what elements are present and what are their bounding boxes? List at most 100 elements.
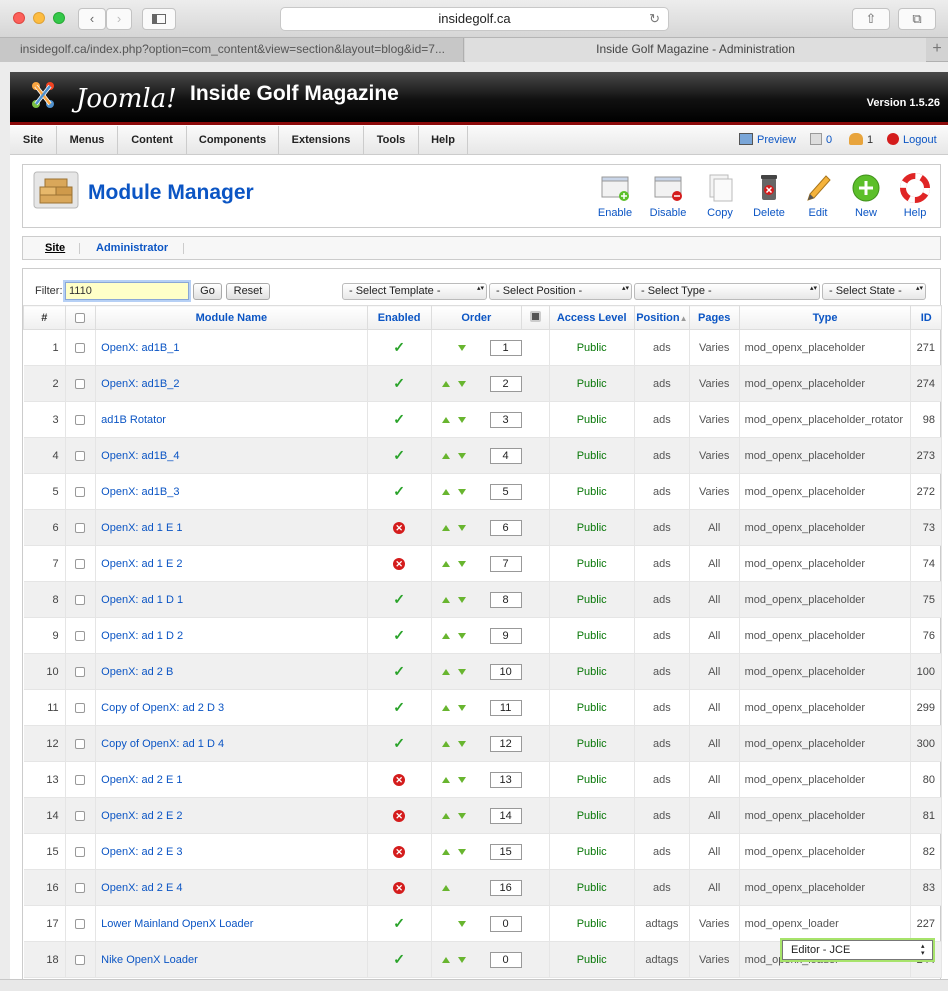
template-select[interactable]: - Select Template - [342,283,487,300]
row-checkbox[interactable] [75,918,86,929]
help-button[interactable]: Help [892,171,938,219]
module-name-link[interactable]: Copy of OpenX: ad 1 D 4 [95,725,368,762]
order-input[interactable]: 12 [489,735,522,752]
move-up-icon[interactable] [441,596,450,603]
move-down-icon[interactable] [457,776,466,783]
share-button[interactable]: ⇧ [852,8,890,30]
order-input[interactable]: 3 [489,411,522,428]
menu-content[interactable]: Content [118,126,187,155]
access-level[interactable]: Public [549,437,635,474]
zoom-window-button[interactable] [53,12,65,24]
row-checkbox[interactable] [75,522,86,533]
col-access[interactable]: Access Level [548,305,635,330]
disabled-x-icon[interactable]: ✕ [393,557,406,570]
enabled-check-icon[interactable]: ✓ [393,375,405,391]
sidebar-toggle-button[interactable] [142,8,176,30]
submenu-site[interactable]: Site [45,237,65,259]
enabled-check-icon[interactable]: ✓ [393,447,405,463]
access-level[interactable]: Public [549,689,635,726]
reload-icon[interactable]: ↻ [649,8,660,30]
move-down-icon[interactable] [457,452,466,459]
module-name-link[interactable]: OpenX: ad 1 D 2 [95,617,368,654]
order-input[interactable]: 2 [489,375,522,392]
state-select[interactable]: - Select State - [822,283,926,300]
tab-administration[interactable]: Inside Golf Magazine - Administration [465,38,926,62]
move-down-icon[interactable] [457,488,466,495]
minimize-window-button[interactable] [33,12,45,24]
access-level[interactable]: Public [549,725,635,762]
row-checkbox[interactable] [75,486,86,497]
access-level[interactable]: Public [549,617,635,654]
enabled-check-icon[interactable]: ✓ [393,699,405,715]
back-button[interactable]: ‹ [78,8,106,30]
col-id[interactable]: ID [910,305,942,330]
type-select[interactable]: - Select Type - [634,283,820,300]
col-type[interactable]: Type [738,305,912,330]
enabled-check-icon[interactable]: ✓ [393,663,405,679]
order-input[interactable]: 15 [489,843,522,860]
menu-help[interactable]: Help [419,126,468,155]
row-checkbox[interactable] [75,450,86,461]
order-input[interactable]: 0 [489,915,522,932]
forward-button[interactable]: › [106,8,132,30]
module-name-link[interactable]: OpenX: ad1B_1 [95,329,368,366]
disabled-x-icon[interactable]: ✕ [393,809,406,822]
enabled-check-icon[interactable]: ✓ [393,951,405,967]
enabled-check-icon[interactable]: ✓ [393,735,405,751]
row-checkbox[interactable] [75,846,86,857]
copy-button[interactable]: Copy [697,171,743,219]
order-input[interactable]: 4 [489,447,522,464]
module-name-link[interactable]: Nike OpenX Loader [95,941,368,978]
preview-link[interactable]: Preview [739,126,796,155]
close-window-button[interactable] [13,12,25,24]
move-down-icon[interactable] [457,920,466,927]
access-level[interactable]: Public [549,653,635,690]
move-down-icon[interactable] [457,596,466,603]
row-checkbox[interactable] [75,378,86,389]
move-down-icon[interactable] [457,380,466,387]
move-down-icon[interactable] [457,632,466,639]
menu-site[interactable]: Site [10,126,57,155]
move-up-icon[interactable] [441,560,450,567]
enable-button[interactable]: Enable [592,171,638,219]
access-level[interactable]: Public [549,545,635,582]
col-position[interactable]: Position▲ [633,305,690,330]
move-up-icon[interactable] [441,452,450,459]
move-down-icon[interactable] [457,848,466,855]
enabled-check-icon[interactable]: ✓ [393,411,405,427]
col-save-order[interactable] [521,305,550,330]
select-all-checkbox[interactable] [75,312,86,323]
module-name-link[interactable]: ad1B Rotator [95,401,368,438]
enabled-check-icon[interactable]: ✓ [393,915,405,931]
tab-site-blog[interactable]: insidegolf.ca/index.php?option=com_conte… [0,38,464,62]
menu-extensions[interactable]: Extensions [279,126,364,155]
module-name-link[interactable]: OpenX: ad 1 E 1 [95,509,368,546]
access-level[interactable]: Public [549,401,635,438]
move-down-icon[interactable] [457,704,466,711]
row-checkbox[interactable] [75,702,86,713]
move-up-icon[interactable] [441,524,450,531]
order-input[interactable]: 11 [489,699,522,716]
move-up-icon[interactable] [441,488,450,495]
position-select[interactable]: - Select Position - [489,283,632,300]
move-up-icon[interactable] [441,740,450,747]
module-name-link[interactable]: OpenX: ad 2 E 1 [95,761,368,798]
access-level[interactable]: Public [549,329,635,366]
module-name-link[interactable]: Copy of OpenX: ad 2 D 3 [95,689,368,726]
access-level[interactable]: Public [549,833,635,870]
col-enabled[interactable]: Enabled [366,305,432,330]
order-input[interactable]: 8 [489,591,522,608]
move-down-icon[interactable] [457,416,466,423]
access-level[interactable]: Public [549,797,635,834]
module-name-link[interactable]: OpenX: ad1B_4 [95,437,368,474]
access-level[interactable]: Public [549,761,635,798]
access-level[interactable]: Public [549,869,635,906]
delete-button[interactable]: Delete [746,171,792,219]
move-up-icon[interactable] [441,632,450,639]
col-module-name[interactable]: Module Name [95,305,368,330]
access-level[interactable]: Public [549,509,635,546]
order-input[interactable]: 6 [489,519,522,536]
move-down-icon[interactable] [457,668,466,675]
move-up-icon[interactable] [441,956,450,963]
row-checkbox[interactable] [75,414,86,425]
